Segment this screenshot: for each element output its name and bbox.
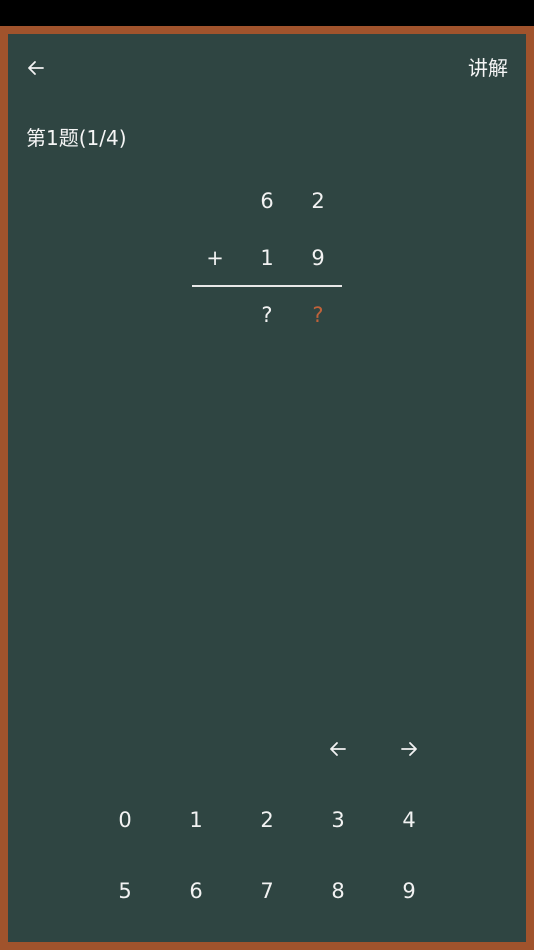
key-0[interactable]: 0 <box>101 796 149 844</box>
key-4[interactable]: 4 <box>385 796 433 844</box>
cursor-right-button[interactable] <box>385 725 433 773</box>
back-button[interactable] <box>22 54 50 82</box>
key-6[interactable]: 6 <box>172 867 220 915</box>
key-5[interactable]: 5 <box>101 867 149 915</box>
key-3[interactable]: 3 <box>314 796 362 844</box>
arrow-right-icon <box>401 742 417 756</box>
operator-plus: + <box>206 246 224 270</box>
explain-button[interactable]: 讲解 <box>468 54 508 82</box>
bottom-digit-ones: 9 <box>311 246 325 270</box>
chalkboard: 讲解 第1题(1/4) 6 2 + 1 9 ? ? 0 1 2 3 4 5 6 … <box>8 34 526 942</box>
question-title: 第1题(1/4) <box>26 126 127 150</box>
answer-slot-ones[interactable]: ? <box>298 295 338 335</box>
key-8[interactable]: 8 <box>314 867 362 915</box>
key-9[interactable]: 9 <box>385 867 433 915</box>
answer-slot-tens[interactable]: ? <box>247 295 287 335</box>
key-1[interactable]: 1 <box>172 796 220 844</box>
arrow-left-icon <box>330 742 346 756</box>
top-digit-tens: 6 <box>260 189 274 213</box>
status-bar <box>0 0 534 26</box>
key-7[interactable]: 7 <box>243 867 291 915</box>
answer-line <box>192 285 342 287</box>
bottom-digit-tens: 1 <box>260 246 274 270</box>
key-2[interactable]: 2 <box>243 796 291 844</box>
arrow-left-icon <box>28 61 44 75</box>
cursor-left-button[interactable] <box>314 725 362 773</box>
top-digit-ones: 2 <box>311 189 325 213</box>
